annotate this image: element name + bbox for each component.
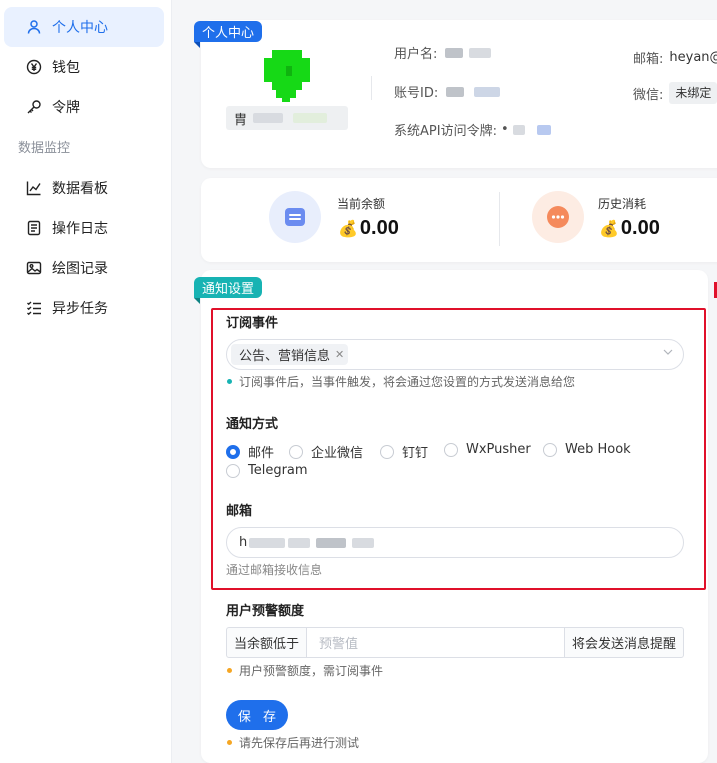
balance-value-row: 💰 0.00 [338, 217, 399, 240]
radio-email[interactable]: 邮件 [226, 442, 274, 461]
close-icon[interactable]: ✕ [335, 348, 344, 361]
warn-hint-text: 用户预警额度，需订阅事件 [239, 664, 384, 678]
username-label: 用户名: [394, 47, 438, 62]
email-input-value: h [239, 535, 248, 550]
balance-label: 当前余额 [337, 197, 386, 211]
selected-event-label: 公告、营销信息 [239, 349, 331, 364]
sidebar-item-label: 个人中心 [52, 20, 108, 36]
avatar [264, 48, 310, 104]
radio-label: 邮件 [248, 446, 275, 461]
sidebar-item-dashboard[interactable]: 数据看板 [4, 168, 164, 208]
api-token-prefix: • [500, 122, 509, 137]
notify-section-tag: 通知设置 [194, 277, 263, 304]
username-row: 用户名: [394, 43, 492, 62]
warn-threshold-input[interactable]: 预警值 [307, 627, 564, 658]
radio-wecom[interactable]: 企业微信 [289, 442, 363, 461]
sidebar-item-label: 操作日志 [52, 221, 108, 237]
profile-divider [371, 76, 372, 100]
radio-webhook[interactable]: Web Hook [543, 442, 631, 457]
hint-dot [227, 668, 232, 673]
radio-label: Telegram [248, 463, 308, 478]
events-hint: 订阅事件后，当事件触发，将会通过您设置的方式发送消息给您 [227, 373, 575, 390]
selected-event-chip[interactable]: 公告、营销信息 ✕ [231, 344, 349, 365]
yen-icon [26, 59, 42, 75]
sidebar-item-drawings[interactable]: 绘图记录 [4, 248, 164, 288]
radio-dingtalk[interactable]: 钉钉 [380, 442, 428, 461]
email-hint: 通过邮箱接收信息 [226, 563, 323, 577]
warn-input-group: 当余额低于 预警值 将会发送消息提醒 [226, 627, 684, 658]
radio-label: 钉钉 [402, 446, 429, 461]
sidebar-item-logs[interactable]: 操作日志 [4, 208, 164, 248]
sidebar-item-label: 异步任务 [52, 301, 108, 317]
consumed-value: 0.00 [620, 217, 660, 239]
sidebar-item-wallet[interactable]: 钱包 [4, 47, 164, 87]
balance-value: 0.00 [359, 217, 399, 239]
sidebar: 个人中心 钱包 令牌 数据监控 数据看板 操作日志 绘图记录 异步任务 [0, 0, 172, 763]
sidebar-item-async-tasks[interactable]: 异步任务 [4, 288, 164, 328]
api-token-row: 系统API访问令牌: • [394, 120, 551, 139]
sidebar-item-label: 令牌 [52, 100, 80, 116]
wechat-status-badge[interactable]: 未绑定 [669, 82, 717, 104]
events-title: 订阅事件 [226, 316, 279, 331]
radio-circle [226, 463, 240, 478]
method-title: 通知方式 [226, 417, 279, 432]
consumed-value-row: 💰 0.00 [599, 217, 660, 240]
radio-circle [444, 442, 458, 457]
radio-label: Web Hook [565, 442, 631, 457]
wechat-label: 微信: [633, 87, 664, 103]
email-title: 邮箱 [226, 504, 253, 519]
consumed-icon-wrap [532, 191, 584, 243]
hint-dot [227, 379, 232, 384]
account-id-row: 账号ID: [394, 82, 501, 101]
task-list-icon [26, 300, 42, 316]
radio-telegram[interactable]: Telegram [226, 463, 308, 478]
warn-title: 用户预警额度 [226, 604, 305, 619]
sidebar-item-profile[interactable]: 个人中心 [4, 7, 164, 47]
save-hint: 请先保存后再进行测试 [227, 734, 359, 751]
chevron-down-icon[interactable] [662, 346, 674, 358]
chat-bubble-icon [547, 206, 569, 228]
account-id-label: 账号ID: [394, 86, 439, 101]
balance-icon-wrap [269, 191, 321, 243]
radio-circle [289, 444, 303, 459]
image-icon [26, 260, 42, 276]
stats-divider [499, 192, 500, 246]
api-token-label: 系统API访问令牌: [394, 124, 497, 139]
chart-line-icon [26, 180, 42, 196]
user-icon [26, 19, 42, 35]
warn-hint: 用户预警额度，需订阅事件 [227, 662, 383, 679]
money-bag-icon: 💰 [338, 220, 358, 238]
email-input[interactable]: h [226, 527, 684, 558]
radio-circle [226, 444, 240, 459]
save-hint-text: 请先保存后再进行测试 [239, 736, 360, 750]
wechat-row: 微信: 未绑定 [633, 82, 717, 104]
sidebar-item-label: 钱包 [52, 60, 80, 76]
sidebar-item-label: 绘图记录 [52, 261, 108, 277]
key-icon [26, 99, 42, 115]
consumed-label: 历史消耗 [598, 197, 647, 211]
sidebar-item-token[interactable]: 令牌 [4, 87, 164, 127]
radio-label: WxPusher [466, 442, 531, 457]
sidebar-section-label: 数据监控 [18, 141, 71, 156]
radio-circle [380, 444, 394, 459]
email-label: 邮箱: [633, 52, 664, 67]
hint-dot [227, 740, 232, 745]
radio-label: 企业微信 [311, 446, 364, 461]
warn-prefix: 当余额低于 [226, 627, 307, 658]
email-value: heyan@ [669, 50, 717, 65]
sidebar-item-label: 数据看板 [52, 181, 108, 197]
radio-wxpusher[interactable]: WxPusher [444, 442, 531, 457]
save-button[interactable]: 保 存 [226, 700, 288, 730]
nickname-prefix: 胄 [234, 112, 248, 128]
warn-suffix: 将会发送消息提醒 [564, 627, 684, 658]
radio-circle [543, 442, 557, 457]
events-hint-text: 订阅事件后，当事件触发，将会通过您设置的方式发送消息给您 [239, 375, 576, 389]
profile-section-tag: 个人中心 [194, 21, 263, 48]
money-bag-icon: 💰 [599, 220, 619, 238]
email-row: 邮箱: heyan@ [633, 48, 717, 67]
document-icon [26, 220, 42, 236]
wallet-icon [285, 208, 305, 226]
nickname-badge: 胄 [226, 106, 348, 130]
